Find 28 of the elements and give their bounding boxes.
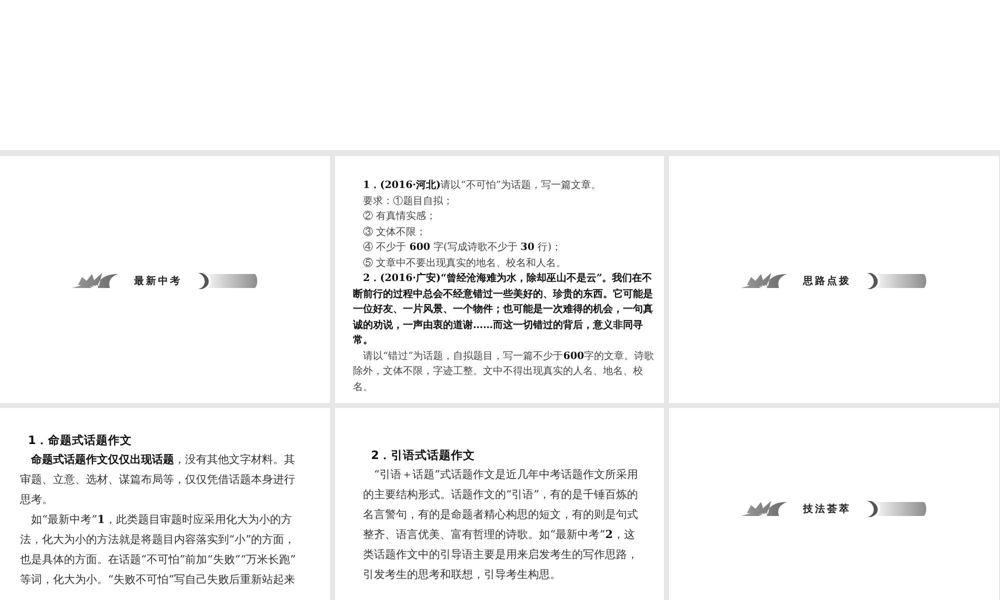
slide-thumbnail[interactable]: 1．命题式话题作文 命题式话题作文仅仅出现话题，没有其他文字材料。其 审题、立意、选材、谋篇布局等，仅仅凭借话题本身进行 思考。 如“最新中考”1，此类题目审题时应采用化大为小的方 法，化大为小的方法就是将题目内容落实到“小”的方面， 也是具体的方面。在话题“不可怕”前加“失败”“万米长跑” 等词，化大为小。“失败不可怕”写自己失败后重新站起来 xyxy=(0,408,330,600)
bar-icon xyxy=(198,272,258,288)
fan-icon xyxy=(72,272,118,288)
slide-thumbnail[interactable]: 最新中考 xyxy=(0,156,330,403)
paragraph: ④ 不少于 600 字(写成诗歌不少于 30 行)； xyxy=(362,240,563,255)
heading: 1．命题式话题作文 xyxy=(28,432,134,449)
section-title: 思路点拨 xyxy=(802,274,852,288)
slide-thumbnail[interactable]: 2．引语式话题作文 “引语＋话题”式话题作文是近几年中考话题作文所采用 的主要结构形式。话题作文的“引语”，有的是千锤百炼的 名言警句，有的是命题者精心构思的短文，有的则是句式 整齐、语言优美、富有哲理的诗歌。如“最新中考”2，这 类话题作文中的引导语主要是用来启发考生的写作思路， 引发考生的思考和联想，引导考生构思。 xyxy=(335,408,664,600)
paragraph: ② 有真情实感； xyxy=(362,210,438,224)
paragraph: 1．(2016·河北)请以“不可怕”为话题，写一篇文章。 xyxy=(362,178,602,193)
paragraph: “引语＋话题”式话题作文是近几年中考话题作文所采用 的主要结构形式。话题作文的“引语”，有的是千锤百炼的 名言警句，有的是命题者精心构思的短文，有的则是句式 整齐、语言优美、富有哲理的诗歌。如“最新中考”2，这 类话题作文中的引导语主要是用来启发考生的写作思路， 引发考生的思考和联想，引导考生构思。 xyxy=(363,467,640,583)
paragraph: 要求：①题目自拟； xyxy=(362,194,454,208)
slide-thumbnail[interactable]: 思路点拨 xyxy=(669,156,999,403)
slide-thumbnail[interactable] xyxy=(335,156,664,403)
paragraph: ⑤ 文章中不要出现真实的地名、校名和人名。 xyxy=(362,256,568,270)
paragraph: ③ 文体不限； xyxy=(362,226,428,240)
section-title: 技法荟萃 xyxy=(802,502,852,516)
paragraph: 请以“错过”为话题，自拟题目，写一篇不少于600字的文章。诗歌除外，文体不限，字迹工整。文中不得出现真实的人名、地名、校名。 xyxy=(353,350,656,394)
bar-icon xyxy=(867,501,927,517)
paragraph: 如“最新中考”1，此类题目审题时应采用化大为小的方 法，化大为小的方法就是将题目内容落实到“小”的方面， 也是具体的方面。在话题“不可怕”前加“失败”“万米长跑” 等词，化大为小。“失败不可怕”写自己失败后重新站起来 xyxy=(20,512,297,588)
section-title: 最新中考 xyxy=(133,274,183,288)
fan-icon xyxy=(741,272,787,288)
slide-thumbnail[interactable]: 技法荟萃 xyxy=(669,408,999,600)
paragraph: 2．(2016·广安)“曾经沧海难为水，除却巫山不是云”。我们在不断前行的过程中总会不经意错过一些美好的、珍贵的东西。它可能是一位好友、一片风景、一个物件；也可能是一次难得的机会，一句真诚的劝说，一声由衷的道谢……而这一切错过的背后，意义非同寻常。 xyxy=(353,271,654,348)
heading: 2．引语式话题作文 xyxy=(371,447,476,464)
fan-icon xyxy=(741,501,787,517)
bar-icon xyxy=(867,272,927,288)
paragraph: 命题式话题作文仅仅出现话题，没有其他文字材料。其 审题、立意、选材、谋篇布局等，仅仅凭借话题本身进行 思考。 xyxy=(20,452,296,508)
